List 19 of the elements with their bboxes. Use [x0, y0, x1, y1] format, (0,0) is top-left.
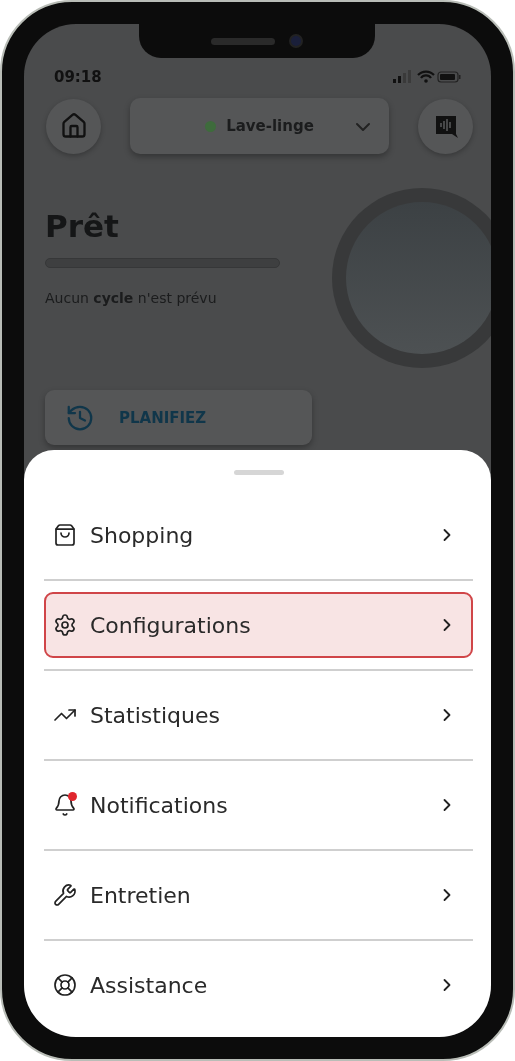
wrench-icon	[53, 883, 77, 907]
settings-icon	[53, 613, 77, 637]
home-icon	[59, 112, 88, 140]
sheet-handle[interactable]	[233, 470, 284, 475]
menu-item[interactable]: Statistiques	[44, 682, 473, 748]
battery-icon	[437, 71, 461, 83]
bell-icon	[53, 793, 77, 817]
menu-item[interactable]: Configurations	[44, 592, 473, 658]
menu-item[interactable]: Shopping	[44, 502, 473, 568]
menu-item[interactable]: Entretien	[44, 862, 473, 928]
menu-item[interactable]: Assistance	[44, 952, 473, 1018]
lifebuoy-icon	[53, 973, 77, 997]
home-button[interactable]	[46, 98, 101, 154]
shopping-bag-icon	[53, 523, 77, 547]
wifi-icon	[416, 70, 436, 83]
voice-assistant-button[interactable]	[418, 98, 473, 154]
signal-icon	[393, 70, 411, 83]
menu-item[interactable]: Notifications	[44, 772, 473, 838]
status-time: 09:18	[54, 68, 102, 86]
